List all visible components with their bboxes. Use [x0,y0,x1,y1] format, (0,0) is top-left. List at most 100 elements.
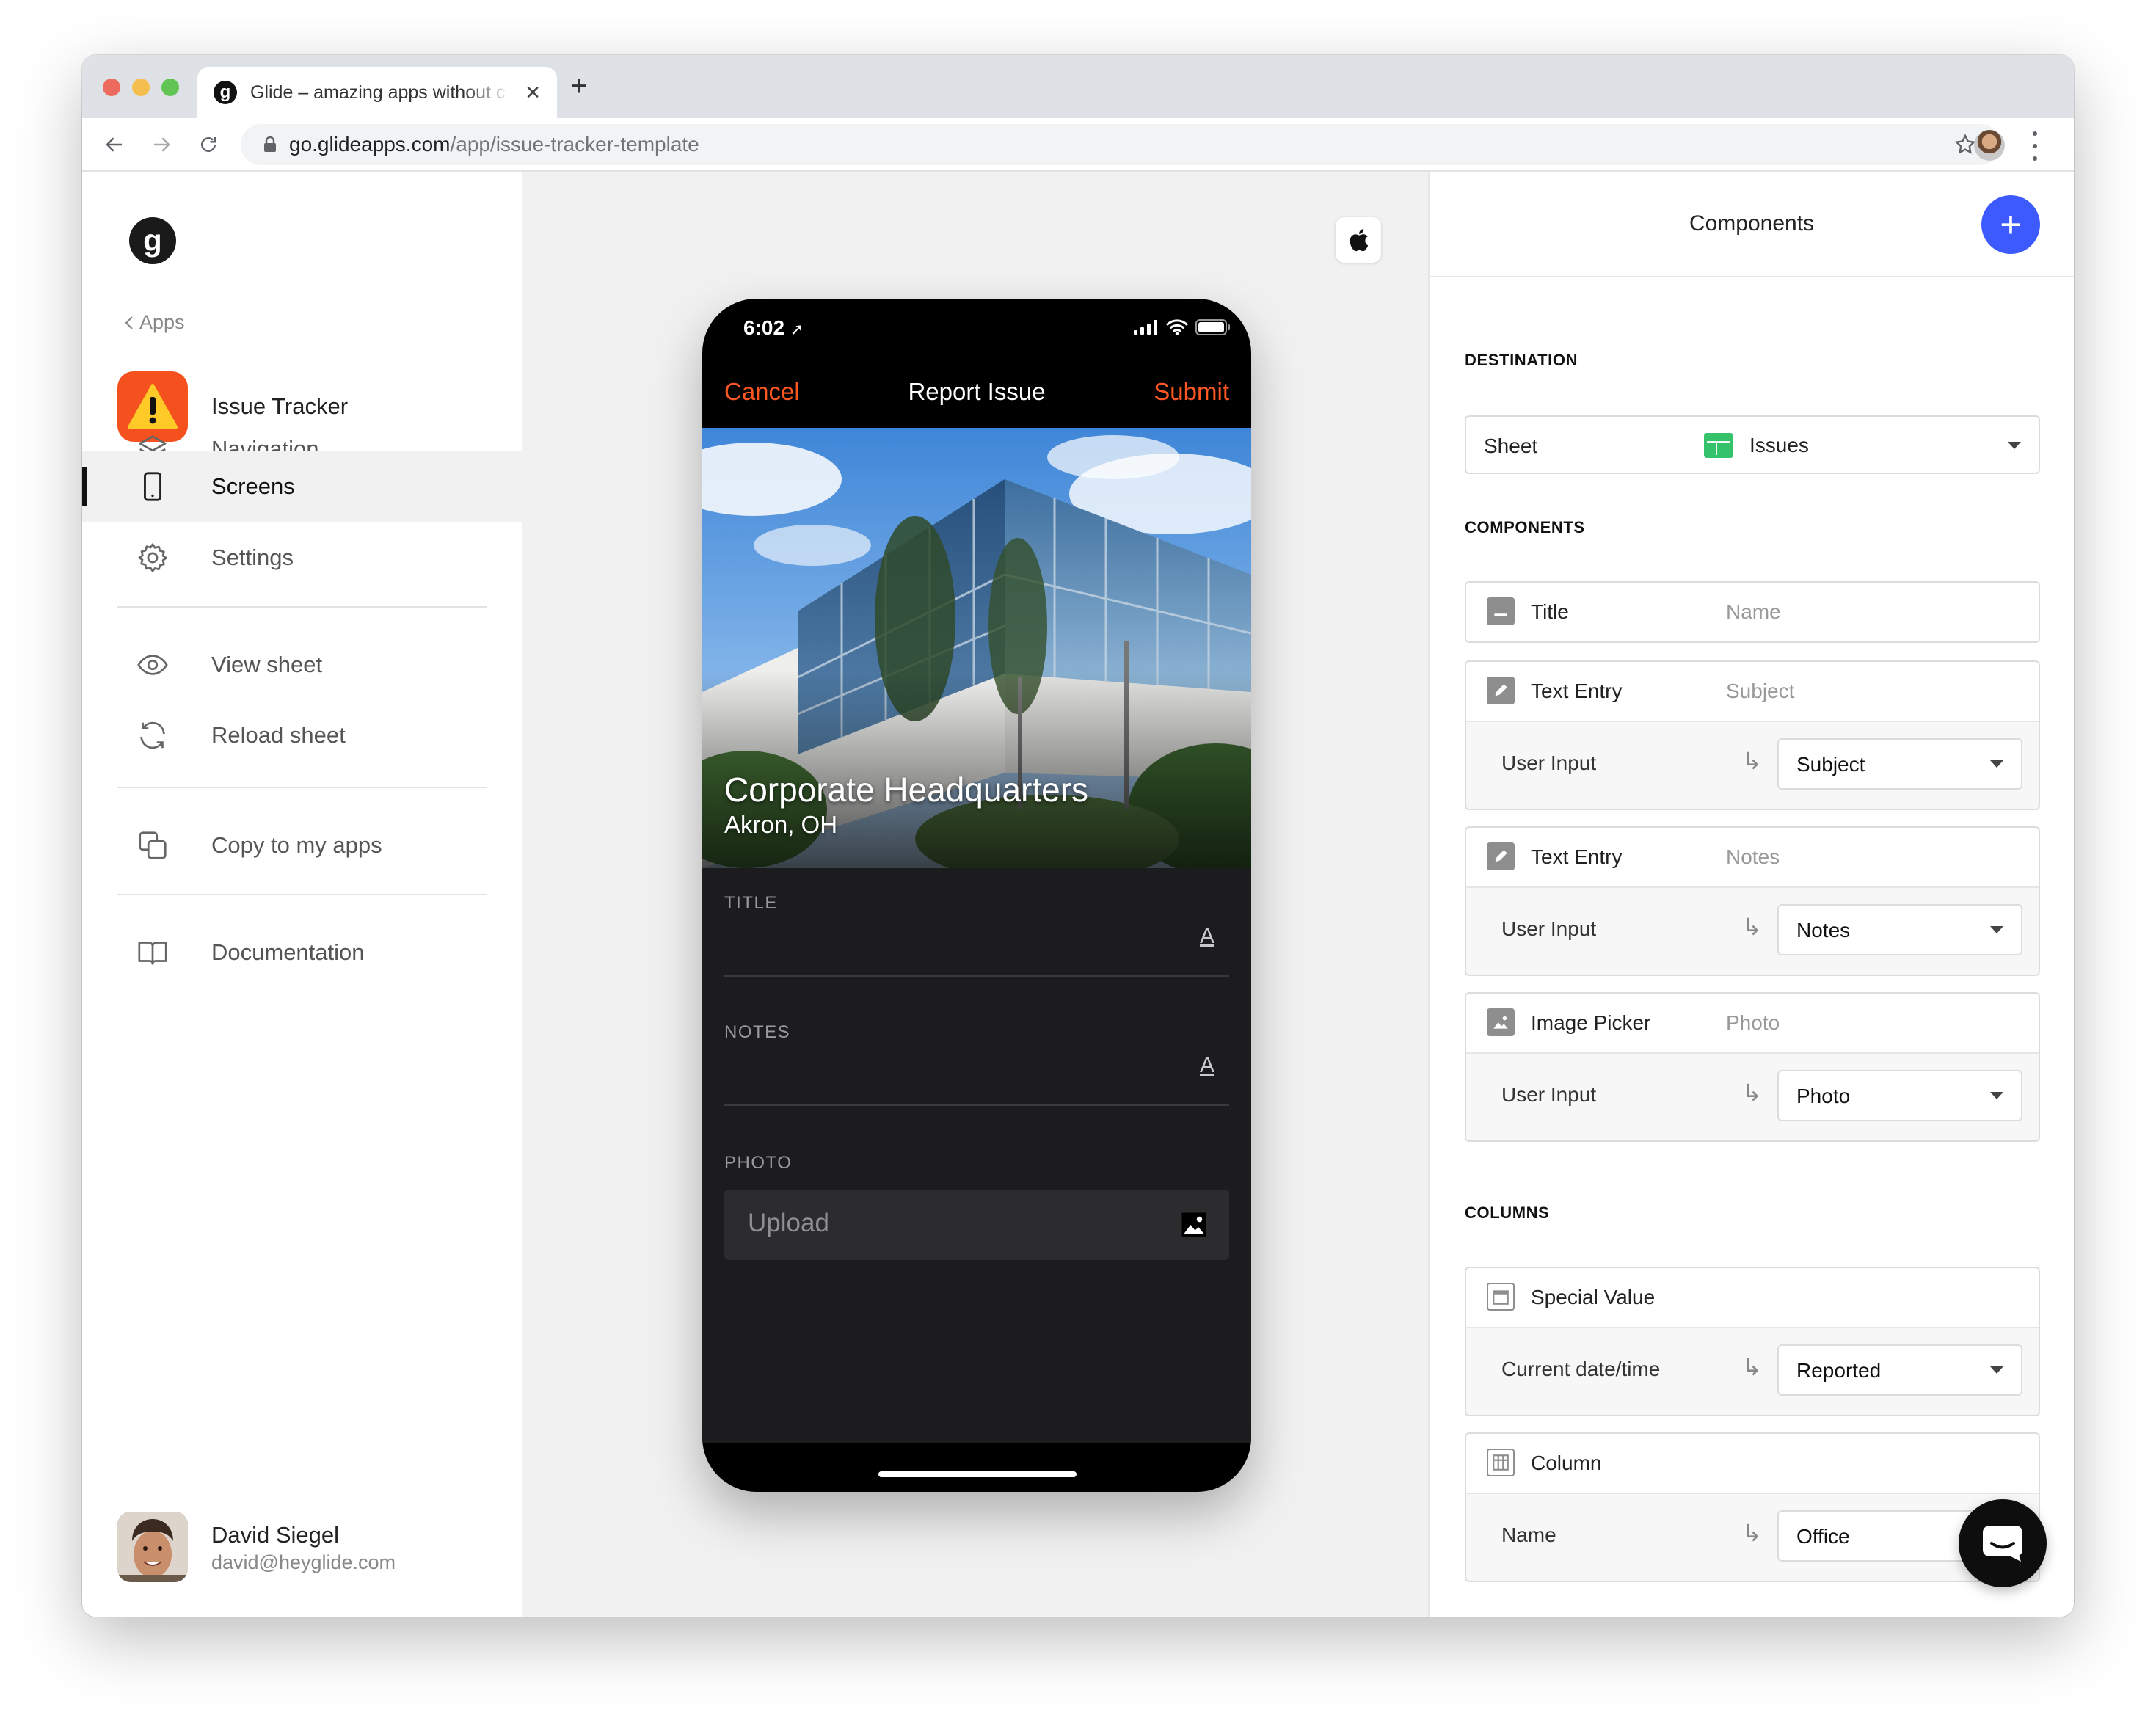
reload-icon [201,137,216,152]
pencil-icon [1487,842,1515,870]
apple-icon [1350,228,1369,252]
browser-titlebar: g Glide – amazing apps without c ✕ + [82,55,2074,118]
component-card-image-picker[interactable]: Image Picker Photo User Input ↳ Photo [1465,992,2040,1142]
upload-label: Upload [748,1209,829,1237]
sidebar-item-documentation[interactable]: Documentation [82,917,522,988]
column-binding-row: Current date/time ↳ Reported [1466,1327,2039,1415]
minimize-window-button[interactable] [132,79,150,96]
arrow-return-icon: ↳ [1742,1354,1762,1380]
component-card-text-entry-subject[interactable]: Text Entry Subject User Input ↳ Subject [1465,660,2040,810]
destination-select[interactable]: Sheet Issues [1465,415,2040,474]
phone-cancel-button[interactable]: Cancel [724,378,800,406]
arrow-return-icon: ↳ [1742,1520,1762,1546]
browser-menu-icon[interactable] [2031,131,2039,161]
section-heading-destination: DESTINATION [1465,351,1578,369]
address-bar[interactable]: go.glideapps.com/app/issue-tracker-templ… [241,124,2000,165]
report-form: TITLE A NOTES A PHOTO Upload [702,868,1251,1443]
builder-sidebar: g Apps Issue Tracker Navigation Screens … [82,172,522,1617]
sidebar-divider [117,606,487,608]
hero-subtitle: Akron, OH [724,811,838,838]
arrow-left-icon [106,137,122,152]
column-icon [1487,1449,1515,1476]
notes-input[interactable] [724,1104,1229,1106]
url-text: go.glideapps.com/app/issue-tracker-templ… [289,133,699,156]
column-select[interactable]: Subject [1777,738,2022,790]
destination-sheet: Issues [1704,433,1809,458]
column-select[interactable]: Notes [1777,904,2022,955]
eye-icon [135,647,170,682]
arrow-return-icon: ↳ [1742,1079,1762,1106]
image-icon [1487,1008,1515,1036]
hero-title: Corporate Headquarters [724,771,1089,809]
close-window-button[interactable] [103,79,120,96]
title-icon [1487,597,1515,625]
browser-toolbar: go.glideapps.com/app/issue-tracker-templ… [82,118,2074,172]
panel-title: Components [1689,211,1815,236]
refresh-icon [135,718,170,753]
browser-tab[interactable]: g Glide – amazing apps without c ✕ [197,67,557,118]
tab-title: Glide – amazing apps without c [250,81,506,103]
section-heading-components: COMPONENTS [1465,518,1585,536]
ios-preview-toggle[interactable] [1336,217,1381,263]
profile-avatar[interactable] [1974,130,2005,161]
lock-icon [264,136,276,152]
glide-logo[interactable]: g [129,217,176,264]
column-binding-row: Name ↳ Office [1466,1493,2039,1581]
column-select[interactable]: Photo [1777,1070,2022,1121]
component-card-text-entry-notes[interactable]: Text Entry Notes User Input ↳ Notes [1465,826,2040,976]
sidebar-item-screens[interactable]: Screens [82,451,522,522]
reload-button[interactable] [191,127,226,162]
sidebar-item-copy-to-my-apps[interactable]: Copy to my apps [82,810,522,881]
sidebar-item-view-sheet[interactable]: View sheet [82,630,522,700]
phone-preview: 6:02 ➚ Report Issue Cancel Submit Corpor… [702,299,1251,1492]
phone-submit-button[interactable]: Submit [1154,378,1229,406]
chevron-down-icon [1990,926,2003,933]
field-label-photo: PHOTO [724,1153,793,1173]
home-indicator [878,1471,1077,1477]
preview-area: 6:02 ➚ Report Issue Cancel Submit Corpor… [522,172,1428,1617]
component-binding-row: User Input ↳ Subject [1466,721,2039,809]
user-name: David Siegel [211,1522,340,1548]
chevron-down-icon [1990,1092,2003,1099]
chat-icon [1983,1526,2022,1562]
forward-button[interactable] [144,127,179,162]
component-card-title[interactable]: Title Name [1465,581,2040,643]
back-button[interactable] [97,127,132,162]
browser-window: g Glide – amazing apps without c ✕ + go.… [82,55,2074,1617]
components-header: Components + [1430,172,2074,277]
app-content: g Apps Issue Tracker Navigation Screens … [82,172,2074,1617]
user-email: david@heyglide.com [211,1551,396,1573]
new-tab-button[interactable]: + [570,71,587,101]
battery-icon [1195,319,1230,335]
wifi-icon [1166,319,1188,335]
chevron-down-icon [2008,442,2021,449]
copy-icon [135,828,170,863]
arrow-right-icon [154,137,170,152]
sidebar-divider [117,894,487,895]
arrow-return-icon: ↳ [1742,748,1762,774]
components-panel: Components + DESTINATION Sheet Issues CO… [1428,172,2074,1617]
sidebar-item-reload-sheet[interactable]: Reload sheet [82,700,522,771]
back-to-apps-link[interactable]: Apps [123,311,185,334]
add-component-button[interactable]: + [1981,195,2040,254]
maximize-window-button[interactable] [161,79,179,96]
chevron-down-icon [1990,1366,2003,1374]
column-select[interactable]: Reported [1777,1344,2022,1396]
phone-icon [135,469,170,504]
user-avatar[interactable] [117,1512,188,1582]
chat-support-button[interactable] [1959,1499,2047,1587]
column-card-special-value[interactable]: Special Value Current date/time ↳ Report… [1465,1267,2040,1416]
tab-close-icon[interactable]: ✕ [525,81,541,104]
chevron-down-icon [1990,760,2003,768]
destination-label: Sheet [1484,434,1538,457]
pencil-icon [1487,677,1515,704]
status-icons [1134,319,1231,335]
glide-favicon-icon: g [214,81,237,104]
arrow-return-icon: ↳ [1742,914,1762,940]
photo-upload-button[interactable]: Upload [724,1190,1229,1260]
sidebar-item-settings[interactable]: Settings [82,522,522,593]
title-input[interactable] [724,975,1229,977]
column-card-column[interactable]: Column Name ↳ Office [1465,1432,2040,1582]
book-icon [135,935,170,970]
signal-icon [1134,320,1157,335]
